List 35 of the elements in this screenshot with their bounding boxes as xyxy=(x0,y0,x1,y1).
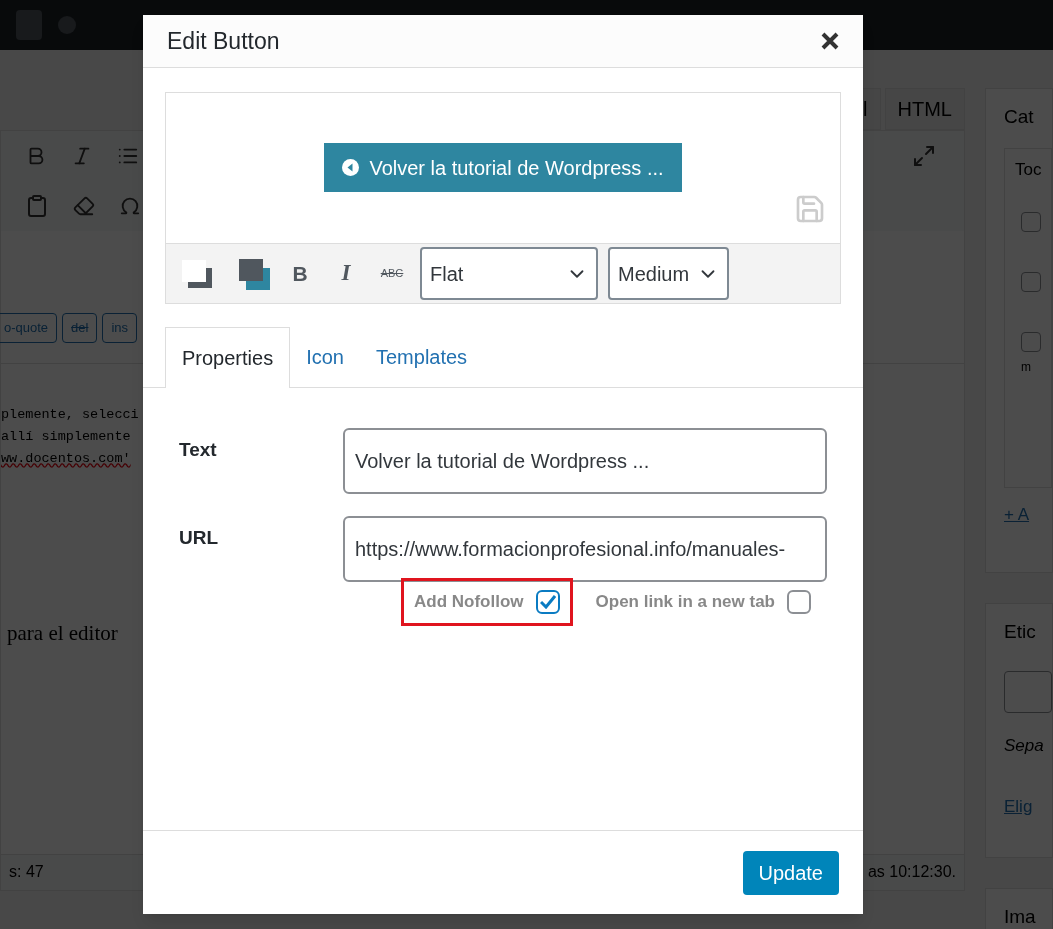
code-line: plemente, selecci xyxy=(1,405,139,424)
editor-text: para el editor xyxy=(7,619,119,647)
check-icon xyxy=(539,595,556,609)
update-button[interactable]: Update xyxy=(742,850,839,895)
dialog-tab[interactable]: Icon xyxy=(290,326,360,387)
italic-button[interactable]: I xyxy=(328,256,364,291)
field-label: Text xyxy=(179,438,218,462)
panel-title: Ima xyxy=(1004,906,1036,927)
strikethrough-button[interactable]: ABC xyxy=(374,265,410,282)
code-line: ww.docentos.com' xyxy=(1,449,131,468)
style-select[interactable]: Flat xyxy=(420,247,598,300)
checkbox[interactable] xyxy=(535,590,560,614)
dialog-tab[interactable]: Templates xyxy=(359,326,484,387)
checkbox[interactable] xyxy=(787,590,811,614)
dialog-tab[interactable]: Properties xyxy=(165,327,291,388)
panel-title: Etic xyxy=(1004,620,1037,644)
option-label: Add Nofollow xyxy=(414,591,524,614)
close-icon[interactable] xyxy=(821,32,839,50)
field-label: URL xyxy=(179,526,220,550)
bold-button[interactable]: B xyxy=(282,257,318,290)
tags-hint: Sepa xyxy=(1004,734,1045,757)
dialog-title: Edit Button xyxy=(167,26,280,56)
option-label: Open link in a new tab xyxy=(595,591,775,614)
preview-button[interactable]: Volver la tutorial de Wordpress ... xyxy=(324,143,682,192)
text-input[interactable]: Volver la tutorial de Wordpress ... xyxy=(343,428,827,494)
size-select[interactable]: Medium xyxy=(608,247,729,300)
panel-title: Cat xyxy=(1004,105,1035,129)
word-count: s: 47 xyxy=(9,862,44,882)
background-color-icon[interactable] xyxy=(238,257,272,290)
last-saved-text: as 10:12:30. xyxy=(867,862,956,882)
code-line: allí simplemente xyxy=(1,427,131,446)
text-color-icon[interactable] xyxy=(180,257,214,290)
save-icon[interactable] xyxy=(794,193,826,225)
category-label: m xyxy=(1021,359,1032,376)
text-input[interactable]: https://www.formacionprofesional.info/manuales- xyxy=(343,516,827,582)
